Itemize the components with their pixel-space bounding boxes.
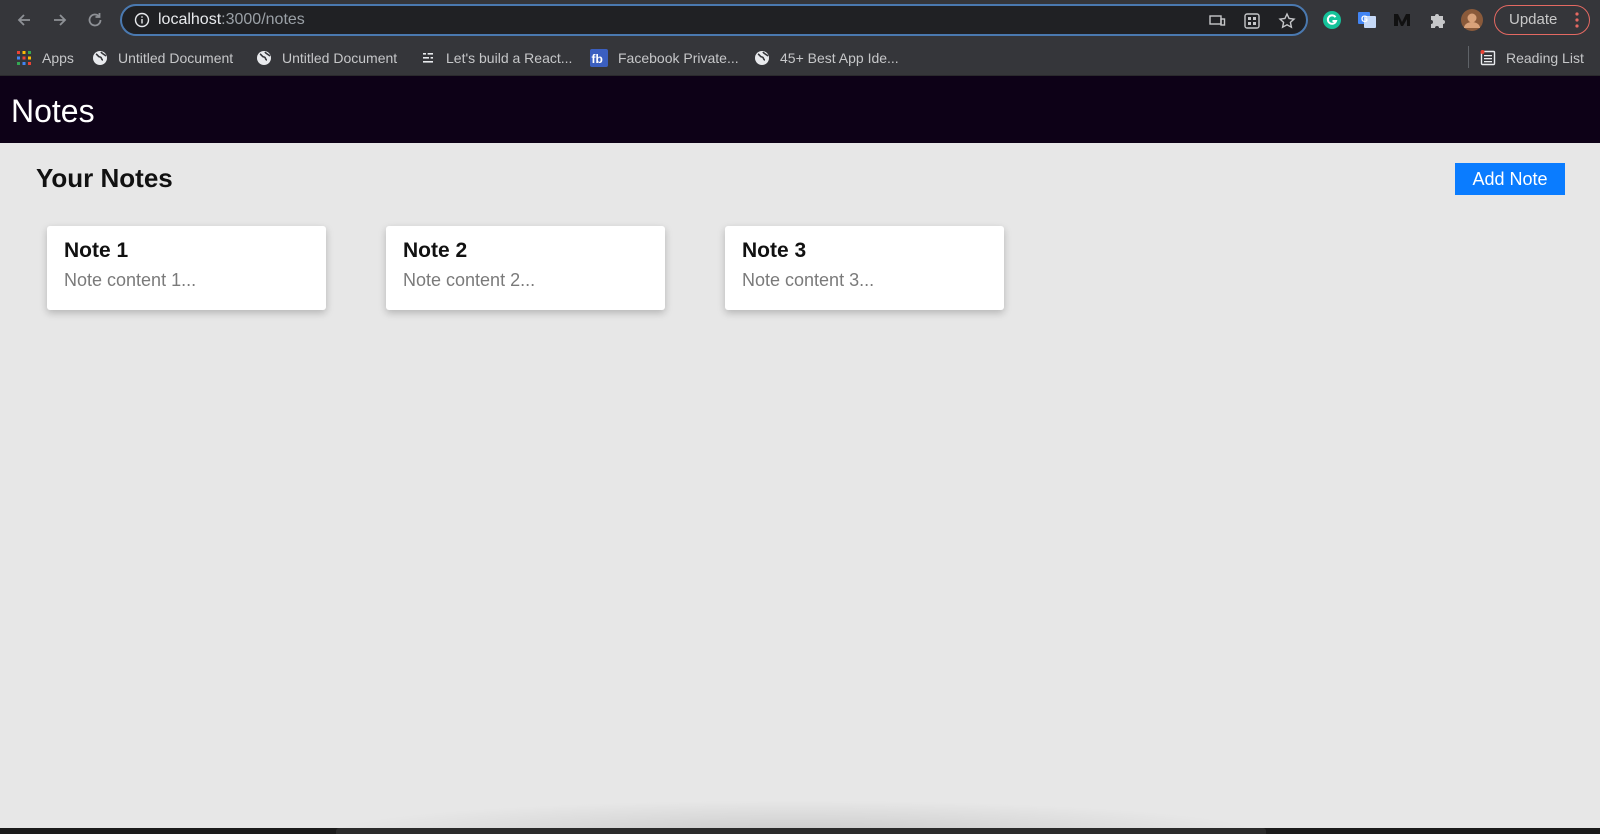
bookmark-untitled-document-2[interactable]: Untitled Document <box>256 48 397 68</box>
update-label: Update <box>1509 11 1558 28</box>
bookmark-label: Apps <box>42 50 74 66</box>
page-heading: Your Notes <box>36 163 173 193</box>
bookmark-label: 45+ Best App Ide... <box>780 50 899 66</box>
browser-window: localhost:3000/notes G Update Apps Untit <box>0 0 1600 834</box>
url-host: localhost <box>158 11 222 28</box>
note-content: Note content 3... <box>742 270 875 290</box>
arrow-left-icon <box>17 14 30 26</box>
forward-button[interactable] <box>48 8 72 32</box>
add-note-button[interactable]: Add Note <box>1455 163 1565 195</box>
reload-button[interactable] <box>83 8 107 32</box>
bookmark-label: Untitled Document <box>282 50 398 66</box>
star-icon[interactable] <box>1278 12 1296 30</box>
globe-icon <box>93 51 107 65</box>
list-icon <box>423 52 433 63</box>
reading-list-label: Reading List <box>1506 50 1584 66</box>
note-title: Note 2 <box>403 239 468 262</box>
url-path: :3000/notes <box>221 11 305 28</box>
bookmark-label: Facebook Private... <box>618 50 739 66</box>
reading-list-button[interactable]: Reading List <box>1480 48 1584 68</box>
more-vert-icon <box>1575 12 1579 28</box>
note-card[interactable]: Note 3 Note content 3... <box>725 226 1004 310</box>
bookmarks-bar: Apps Untitled Document Untitled Document… <box>0 40 1600 76</box>
qr-code-icon[interactable] <box>1243 12 1261 30</box>
google-translate-icon[interactable]: G <box>1357 10 1377 30</box>
arrow-right-icon <box>54 14 67 26</box>
app-header: Notes <box>0 76 1600 143</box>
note-card[interactable]: Note 2 Note content 2... <box>386 226 665 310</box>
globe-icon <box>755 51 769 65</box>
note-card[interactable]: Note 1 Note content 1... <box>47 226 326 310</box>
globe-icon <box>257 51 271 65</box>
back-button[interactable] <box>12 8 36 32</box>
bookmarks-divider <box>1468 46 1469 68</box>
puzzle-extensions-icon[interactable] <box>1427 10 1447 30</box>
fb-icon: fb <box>590 49 608 67</box>
bookmark-apps[interactable]: Apps <box>16 48 74 68</box>
note-content: Note content 2... <box>403 270 536 290</box>
bookmark-label: Untitled Document <box>118 50 234 66</box>
profile-avatar[interactable] <box>1461 9 1483 31</box>
bookmark-lets-build-react[interactable]: Let's build a React... <box>420 48 572 68</box>
app-title: Notes <box>11 93 95 129</box>
svg-text:G: G <box>1361 14 1368 24</box>
note-content: Note content 1... <box>64 270 197 290</box>
reload-icon <box>88 13 102 27</box>
address-bar[interactable]: localhost:3000/notes <box>120 4 1308 36</box>
url-text[interactable]: localhost:3000/notes <box>158 11 305 29</box>
apps-grid-icon <box>17 51 31 65</box>
fb-glyph: fb <box>592 52 603 66</box>
bookmark-label: Let's build a React... <box>446 50 573 66</box>
bookmark-untitled-document-1[interactable]: Untitled Document <box>92 48 233 68</box>
bookmark-best-app-ideas[interactable]: 45+ Best App Ide... <box>754 48 899 68</box>
note-title: Note 3 <box>742 239 807 262</box>
medium-icon[interactable] <box>1392 10 1412 30</box>
cast-icon[interactable] <box>1208 12 1226 30</box>
info-icon[interactable] <box>134 12 150 28</box>
bookmark-facebook-private[interactable]: fb Facebook Private... <box>590 48 739 68</box>
grammarly-icon[interactable] <box>1322 10 1342 30</box>
note-title: Note 1 <box>64 239 129 262</box>
reading-list-icon <box>1480 50 1496 66</box>
browser-toolbar: localhost:3000/notes G Update <box>0 0 1600 40</box>
dock-edge <box>336 828 1266 834</box>
update-button[interactable]: Update <box>1494 5 1590 35</box>
